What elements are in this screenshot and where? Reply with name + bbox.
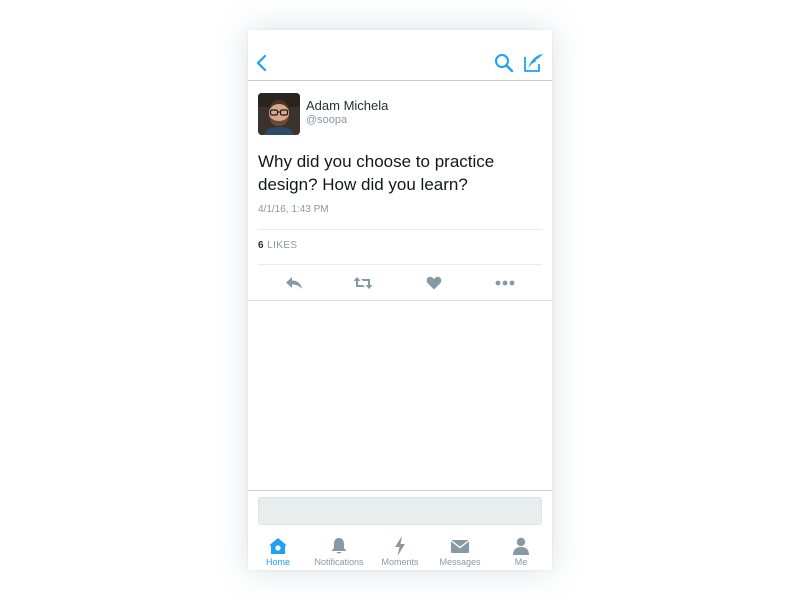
author-handle[interactable]: @soopa: [306, 114, 347, 126]
tab-label: Messages: [439, 557, 481, 567]
navigation-bar: [248, 30, 552, 81]
reply-input[interactable]: [258, 497, 542, 525]
tweet-text: Why did you choose to practice design? H…: [258, 152, 495, 194]
tab-label: Notifications: [314, 557, 364, 567]
more-icon: [495, 280, 515, 286]
compose-tweet-icon: [524, 54, 543, 72]
reply-bar: [248, 490, 552, 530]
likes-count: 6: [258, 240, 264, 251]
likes-label: LIKES: [267, 240, 298, 251]
bell-icon: [331, 538, 347, 554]
tab-label: Moments: [381, 557, 419, 567]
tab-moments[interactable]: Moments: [370, 530, 430, 570]
back-button[interactable]: [251, 52, 273, 74]
more-button[interactable]: [494, 274, 516, 292]
tab-bar: Home Notifications Moments Messages Me: [248, 530, 552, 570]
search-button[interactable]: [493, 52, 515, 74]
tweet-detail-screen: Adam Michela @soopa Why did you choose t…: [248, 30, 552, 570]
divider: [258, 264, 542, 265]
tab-notifications[interactable]: Notifications: [309, 530, 369, 570]
avatar[interactable]: [258, 93, 300, 135]
reply-button[interactable]: [283, 274, 305, 292]
tab-messages[interactable]: Messages: [430, 530, 490, 570]
tab-home[interactable]: Home: [248, 530, 308, 570]
tab-me[interactable]: Me: [491, 530, 551, 570]
chevron-left-icon: [256, 54, 267, 72]
like-button[interactable]: [423, 274, 445, 292]
likes-count-row[interactable]: 6 LIKES: [258, 240, 298, 251]
lightning-icon: [395, 536, 405, 556]
divider: [248, 300, 552, 301]
envelope-icon: [450, 539, 470, 553]
search-icon: [495, 54, 514, 73]
tweet-actions: [248, 266, 552, 300]
compose-tweet-button[interactable]: [523, 52, 545, 74]
tweet-timestamp: 4/1/16, 1:43 PM: [258, 204, 329, 215]
reply-icon: [286, 277, 302, 289]
tab-label: Home: [265, 557, 290, 567]
author-name[interactable]: Adam Michela: [306, 98, 388, 113]
retweet-button[interactable]: [352, 274, 374, 292]
heart-icon: [426, 276, 442, 290]
avatar-image: [258, 93, 300, 135]
retweet-icon: [353, 277, 373, 289]
tab-label: Me: [514, 557, 528, 567]
divider: [258, 229, 542, 230]
home-icon: [269, 538, 287, 554]
person-icon: [513, 537, 529, 555]
